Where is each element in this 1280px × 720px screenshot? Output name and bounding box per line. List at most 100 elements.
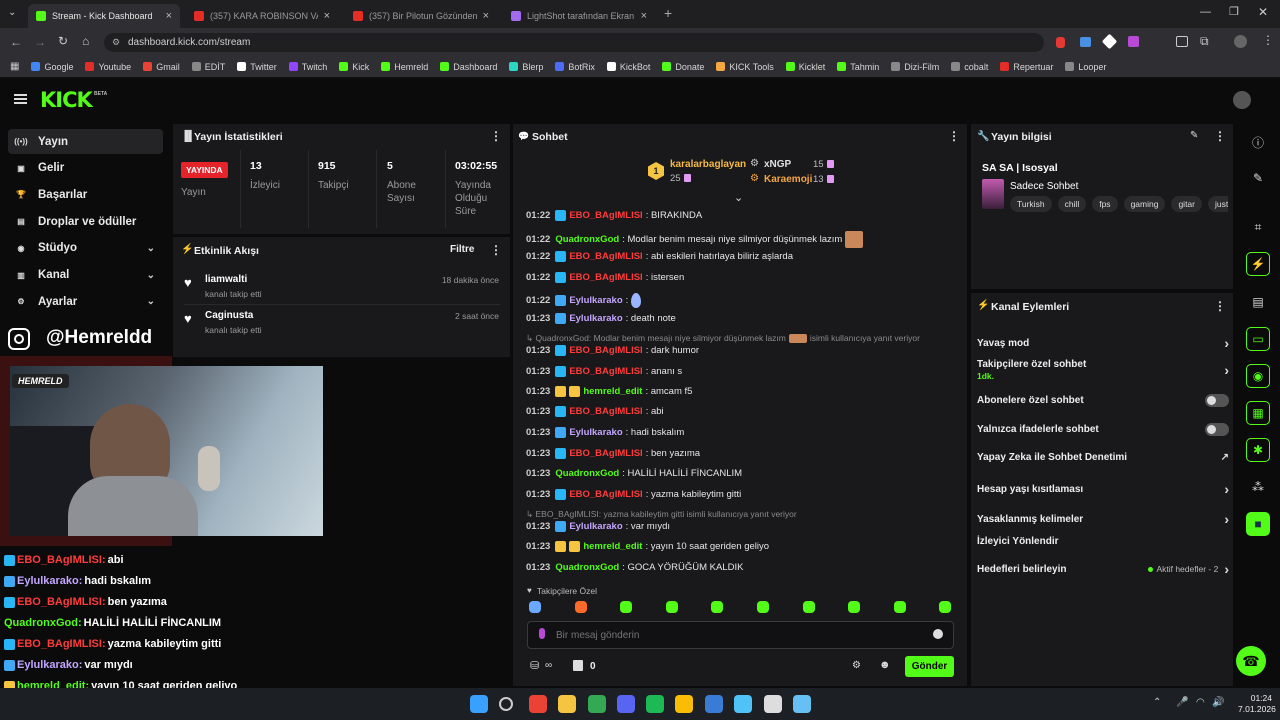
avatar-icon[interactable]: ■ (1246, 512, 1270, 536)
apps-grid-icon[interactable]: ▦ (10, 61, 19, 72)
extension-icon[interactable] (1101, 33, 1118, 50)
browser-tab[interactable]: (357) Bir Pilotun Gözünden - Y... × (345, 4, 497, 28)
bookmark-item[interactable]: Kicklet (785, 62, 825, 72)
chat-input[interactable] (556, 627, 906, 643)
channel-action-item[interactable]: Yavaş mod › (977, 335, 1229, 351)
emote-icon[interactable] (529, 601, 541, 613)
stream-tag[interactable]: Turkish (1010, 196, 1052, 212)
info-icon[interactable]: ⓘ (1246, 130, 1270, 154)
event-user[interactable]: Caginusta (205, 310, 253, 321)
edit-pencil-icon[interactable]: ✎ (1190, 130, 1198, 141)
message-username[interactable]: hemreld_edit (583, 386, 642, 397)
emote-icon[interactable] (848, 601, 861, 613)
toggle-switch[interactable] (1205, 423, 1229, 436)
emote-icon[interactable] (757, 601, 769, 613)
info-menu-icon[interactable]: ⋮ (1214, 129, 1226, 143)
wifi-icon[interactable]: ◠ (1196, 697, 1205, 708)
tab-list-icon[interactable]: ⌄ (8, 7, 16, 18)
sidebar-item[interactable]: ◉ Stüdyo ⌄ (8, 236, 163, 261)
browser-tab[interactable]: Stream - Kick Dashboard × (28, 4, 180, 28)
sidebar-item[interactable]: 🏆 Başarılar (8, 182, 163, 207)
reload-icon[interactable]: ↻ (58, 34, 68, 48)
bookmark-item[interactable]: Twitter (237, 62, 277, 72)
message-username[interactable]: EBO_BAgIMLISI (569, 406, 642, 417)
volume-icon[interactable]: 🔊 (1212, 697, 1224, 708)
browser-tab[interactable]: LightShot tarafından Ekran Gö... × (503, 4, 655, 28)
message-username[interactable]: EBO_BAgIMLISI (569, 489, 642, 500)
menu-hamburger-icon[interactable] (14, 94, 27, 104)
send-button[interactable]: Gönder (905, 656, 954, 677)
extension-icon[interactable] (1128, 36, 1139, 47)
channel-action-item[interactable]: Yalnızca ifadelerle sohbet (977, 423, 1229, 436)
broadcast-icon[interactable]: ◉ (1246, 364, 1270, 388)
profile-avatar[interactable] (1234, 35, 1247, 48)
channel-action-item[interactable]: Yapay Zeka ile Sohbet Denetimi ↗ (977, 452, 1229, 463)
lightning-icon[interactable]: ⚡ (1246, 252, 1270, 276)
message-username[interactable]: hemreld_edit (583, 541, 642, 552)
spotify-icon[interactable] (646, 695, 664, 713)
message-username[interactable]: QuadronxGod (555, 234, 619, 245)
bookmark-item[interactable]: Blerp (509, 62, 543, 72)
tray-overflow-icon[interactable]: ⌃ (1153, 697, 1161, 708)
bookmark-item[interactable]: KickBot (606, 62, 650, 72)
sidebar-item[interactable]: ((•)) Yayın (8, 129, 163, 154)
emoji-icon[interactable] (933, 629, 943, 639)
actions-menu-icon[interactable]: ⋮ (1214, 299, 1226, 313)
category-name[interactable]: Sadece Sohbet (1010, 181, 1078, 192)
message-username[interactable]: Eylulkarako (569, 313, 622, 324)
channel-action-item[interactable]: Yasaklanmış kelimeler › (977, 511, 1229, 527)
bookmark-item[interactable]: Hemreld (381, 62, 428, 72)
bookmark-item[interactable]: Donate (662, 62, 704, 72)
stream-tag[interactable]: gitar (1171, 196, 1202, 212)
event-user[interactable]: liamwalti (205, 274, 247, 285)
bookmark-item[interactable]: Twitch (288, 62, 327, 72)
message-username[interactable]: EBO_BAgIMLISI (569, 272, 642, 283)
stream-tag[interactable]: justcha (1208, 196, 1228, 212)
channel-action-item[interactable]: Abonelere özel sohbet (977, 394, 1229, 407)
leader-name[interactable]: xNGP (764, 159, 791, 170)
discord-icon[interactable] (617, 695, 635, 713)
extension-icon[interactable] (1056, 37, 1065, 48)
channel-action-item[interactable]: Hedefleri belirleyin Aktif hedefler - 2 › (977, 561, 1229, 577)
windows-start-icon[interactable] (470, 695, 488, 713)
bookmark-item[interactable]: EDİT (191, 62, 225, 72)
bookmark-item[interactable]: Kick (339, 62, 369, 72)
message-username[interactable]: EBO_BAgIMLISI (569, 251, 642, 262)
sidebar-item[interactable]: ⚙ Ayarlar ⌄ (8, 289, 163, 314)
tab-close-icon[interactable]: × (324, 10, 330, 22)
external-link-icon[interactable]: ↗ (1221, 452, 1229, 463)
bookmark-item[interactable]: Gmail (143, 62, 180, 72)
obs-icon[interactable] (764, 695, 782, 713)
file-explorer-icon[interactable] (558, 695, 576, 713)
extensions-puzzle-icon[interactable]: ⧉ (1200, 34, 1209, 49)
browser-menu-icon[interactable]: ⋮ (1262, 33, 1274, 47)
close-window-button[interactable]: ✕ (1258, 5, 1268, 19)
site-info-icon[interactable]: ⚙ (112, 33, 120, 52)
steam-icon[interactable] (793, 695, 811, 713)
stream-tag[interactable]: chill (1057, 196, 1087, 212)
chrome-icon[interactable] (529, 695, 547, 713)
message-username[interactable]: Eylulkarako (569, 427, 622, 438)
wrench-icon[interactable]: ✱ (1246, 438, 1270, 462)
emote-icon[interactable] (893, 601, 906, 613)
chat-icon[interactable]: ▭ (1246, 327, 1270, 351)
channel-action-item[interactable]: Takipçilere özel sohbet 1dk. › (977, 359, 1229, 381)
bookmark-item[interactable]: cobalt (951, 62, 988, 72)
user-avatar[interactable] (1233, 91, 1251, 109)
emote-icon[interactable] (711, 601, 724, 613)
tray-mic-icon[interactable]: 🎤 (1176, 697, 1188, 708)
stats-menu-icon[interactable]: ⋮ (490, 129, 502, 143)
filter-button[interactable]: Filtre (450, 244, 474, 255)
expand-leaderboard-icon[interactable]: ⌄ (734, 191, 743, 204)
sidebar-item[interactable]: ▥ Kanal ⌄ (8, 263, 163, 288)
bookmark-item[interactable]: Repertuar (1000, 62, 1053, 72)
address-bar[interactable]: ⚙ dashboard.kick.com/stream (104, 33, 1044, 52)
message-username[interactable]: QuadronxGod (555, 468, 619, 479)
tab-close-icon[interactable]: × (166, 10, 172, 22)
help-chat-button[interactable]: ☎ (1236, 646, 1266, 676)
bookmark-item[interactable]: Looper (1065, 62, 1106, 72)
search-icon[interactable] (499, 697, 513, 711)
message-username[interactable]: EBO_BAgIMLISI (569, 366, 642, 377)
kick-logo[interactable]: KICK (40, 88, 93, 112)
channel-action-item[interactable]: Hesap yaşı kısıtlaması › (977, 481, 1229, 497)
